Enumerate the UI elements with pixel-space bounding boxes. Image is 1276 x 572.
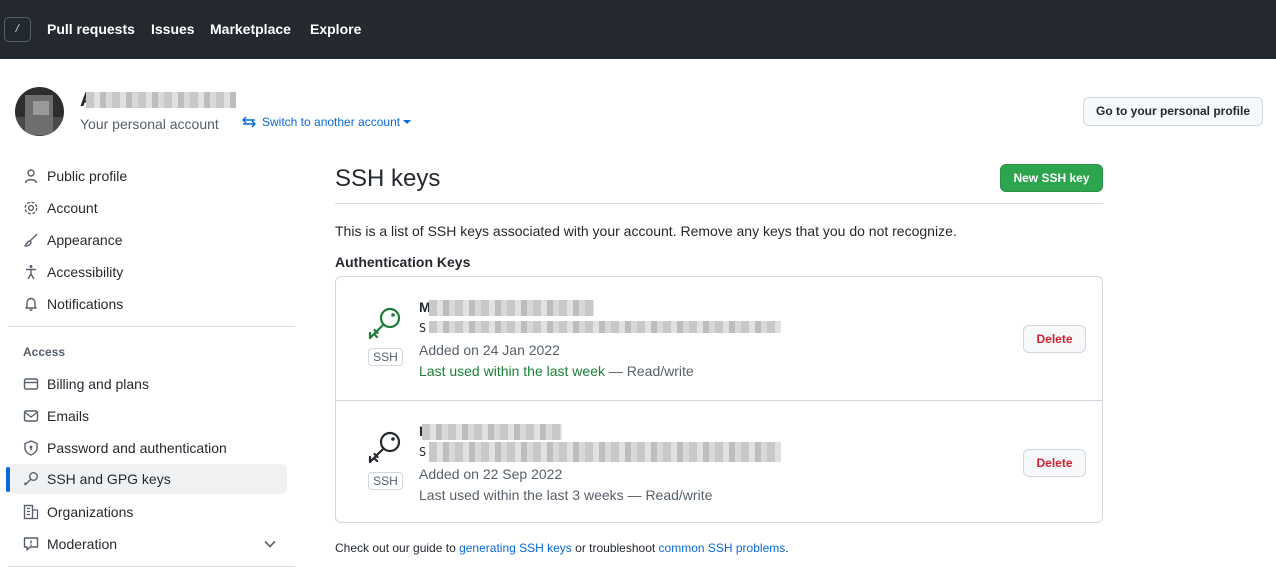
sidebar-item-label: Password and authentication	[47, 440, 227, 456]
caret-down-icon	[403, 120, 412, 124]
redacted-key-title	[429, 300, 594, 316]
accessibility-icon	[26, 265, 36, 280]
sidebar-item-moderation[interactable]: Moderation	[0, 529, 287, 559]
page-description: This is a list of SSH keys associated wi…	[335, 223, 957, 239]
help-note-prefix: Check out our guide to	[335, 541, 460, 555]
ssh-key-row: SSH D S Added on 22 Sep 2022 Last used w…	[336, 400, 1102, 523]
ssh-key-row: SSH M S Added on 24 Jan 2022 Last used w…	[336, 277, 1102, 400]
arrow-switch-icon	[242, 116, 256, 128]
key-icon	[368, 431, 401, 464]
sidebar-divider	[8, 566, 295, 567]
sidebar-item-ssh-gpg-keys[interactable]: SSH and GPG keys	[8, 464, 287, 494]
delete-key-button[interactable]: Delete	[1023, 449, 1086, 477]
switch-account-label: Switch to another account	[262, 115, 401, 129]
shield-lock-icon	[24, 440, 38, 456]
sidebar-item-password-auth[interactable]: Password and authentication	[0, 433, 287, 463]
sidebar-section-access: Access	[23, 345, 66, 359]
sidebar-divider	[8, 326, 295, 327]
new-ssh-key-button[interactable]: New SSH key	[1000, 164, 1103, 192]
organization-icon	[23, 504, 39, 520]
active-indicator	[6, 467, 10, 492]
redacted-key-title	[422, 424, 562, 440]
redacted-fingerprint	[429, 321, 781, 333]
bell-icon	[25, 297, 37, 311]
sidebar-item-label: Emails	[47, 408, 90, 424]
sidebar-item-public-profile[interactable]: Public profile	[0, 161, 287, 191]
sidebar-item-label: Billing and plans	[47, 376, 149, 392]
common-ssh-problems-link[interactable]: common SSH problems	[659, 541, 786, 555]
delete-key-button[interactable]: Delete	[1023, 325, 1086, 353]
redacted-name	[86, 92, 236, 108]
mail-icon	[23, 410, 39, 422]
sidebar-item-label: SSH and GPG keys	[47, 471, 171, 487]
sidebar-item-billing[interactable]: Billing and plans	[0, 369, 287, 399]
redacted-fingerprint	[429, 442, 781, 462]
key-added-date: Added on 24 Jan 2022	[419, 342, 560, 358]
account-subtitle: Your personal account	[80, 116, 219, 132]
help-note-suffix: .	[785, 541, 789, 555]
credit-card-icon	[23, 378, 39, 390]
ssh-badge: SSH	[368, 348, 403, 366]
key-fingerprint: S	[419, 321, 427, 335]
sidebar-item-notifications[interactable]: Notifications	[0, 289, 287, 319]
sidebar-item-label: Account	[47, 200, 98, 216]
nav-issues[interactable]: Issues	[151, 21, 195, 37]
paintbrush-icon	[24, 233, 38, 247]
key-icon	[24, 472, 38, 486]
key-access-level: — Read/write	[605, 363, 694, 379]
account-name: A	[80, 90, 238, 110]
sidebar-item-label: Accessibility	[47, 264, 124, 280]
keys-list: SSH M S Added on 24 Jan 2022 Last used w…	[335, 276, 1103, 523]
sidebar-item-account[interactable]: Account	[0, 193, 287, 223]
sidebar-item-label: Public profile	[47, 168, 128, 184]
person-icon	[24, 169, 38, 184]
key-icon	[368, 307, 401, 340]
key-added-date: Added on 22 Sep 2022	[419, 466, 563, 482]
sidebar-item-accessibility[interactable]: Accessibility	[0, 257, 287, 287]
nav-marketplace[interactable]: Marketplace	[210, 21, 291, 37]
sidebar-item-appearance[interactable]: Appearance	[0, 225, 287, 255]
key-fingerprint: S	[419, 445, 427, 459]
key-usage: Last used within the last 3 weeks — Read…	[419, 487, 713, 503]
gear-icon	[24, 201, 38, 215]
nav-explore[interactable]: Explore	[310, 21, 361, 37]
key-usage: Last used within the last week — Read/wr…	[419, 363, 694, 379]
sidebar-item-label: Moderation	[47, 536, 118, 552]
sidebar-item-label: Notifications	[47, 296, 124, 312]
switch-account-link[interactable]: Switch to another account	[242, 115, 412, 129]
report-icon	[23, 537, 39, 551]
chevron-down-icon[interactable]	[263, 537, 277, 551]
search-shortcut-key[interactable]: /	[4, 17, 31, 42]
sidebar-item-emails[interactable]: Emails	[0, 401, 287, 431]
global-header: / Pull requests Issues Marketplace Explo…	[0, 0, 1276, 59]
generating-ssh-keys-link[interactable]: generating SSH keys	[459, 541, 572, 555]
sidebar-item-label: Organizations	[47, 504, 134, 520]
section-heading-auth-keys: Authentication Keys	[335, 254, 471, 270]
ssh-badge: SSH	[368, 472, 403, 490]
sidebar-item-label: Appearance	[47, 232, 123, 248]
help-note-middle: or troubleshoot	[571, 541, 659, 555]
help-note: Check out our guide to generating SSH ke…	[335, 541, 789, 555]
go-to-profile-button[interactable]: Go to your personal profile	[1083, 97, 1263, 126]
title-divider	[335, 203, 1103, 204]
key-last-used: Last used within the last week	[419, 363, 605, 379]
page-title: SSH keys	[335, 165, 441, 192]
nav-pull-requests[interactable]: Pull requests	[47, 21, 135, 37]
avatar	[15, 87, 64, 136]
sidebar-item-organizations[interactable]: Organizations	[0, 497, 287, 527]
